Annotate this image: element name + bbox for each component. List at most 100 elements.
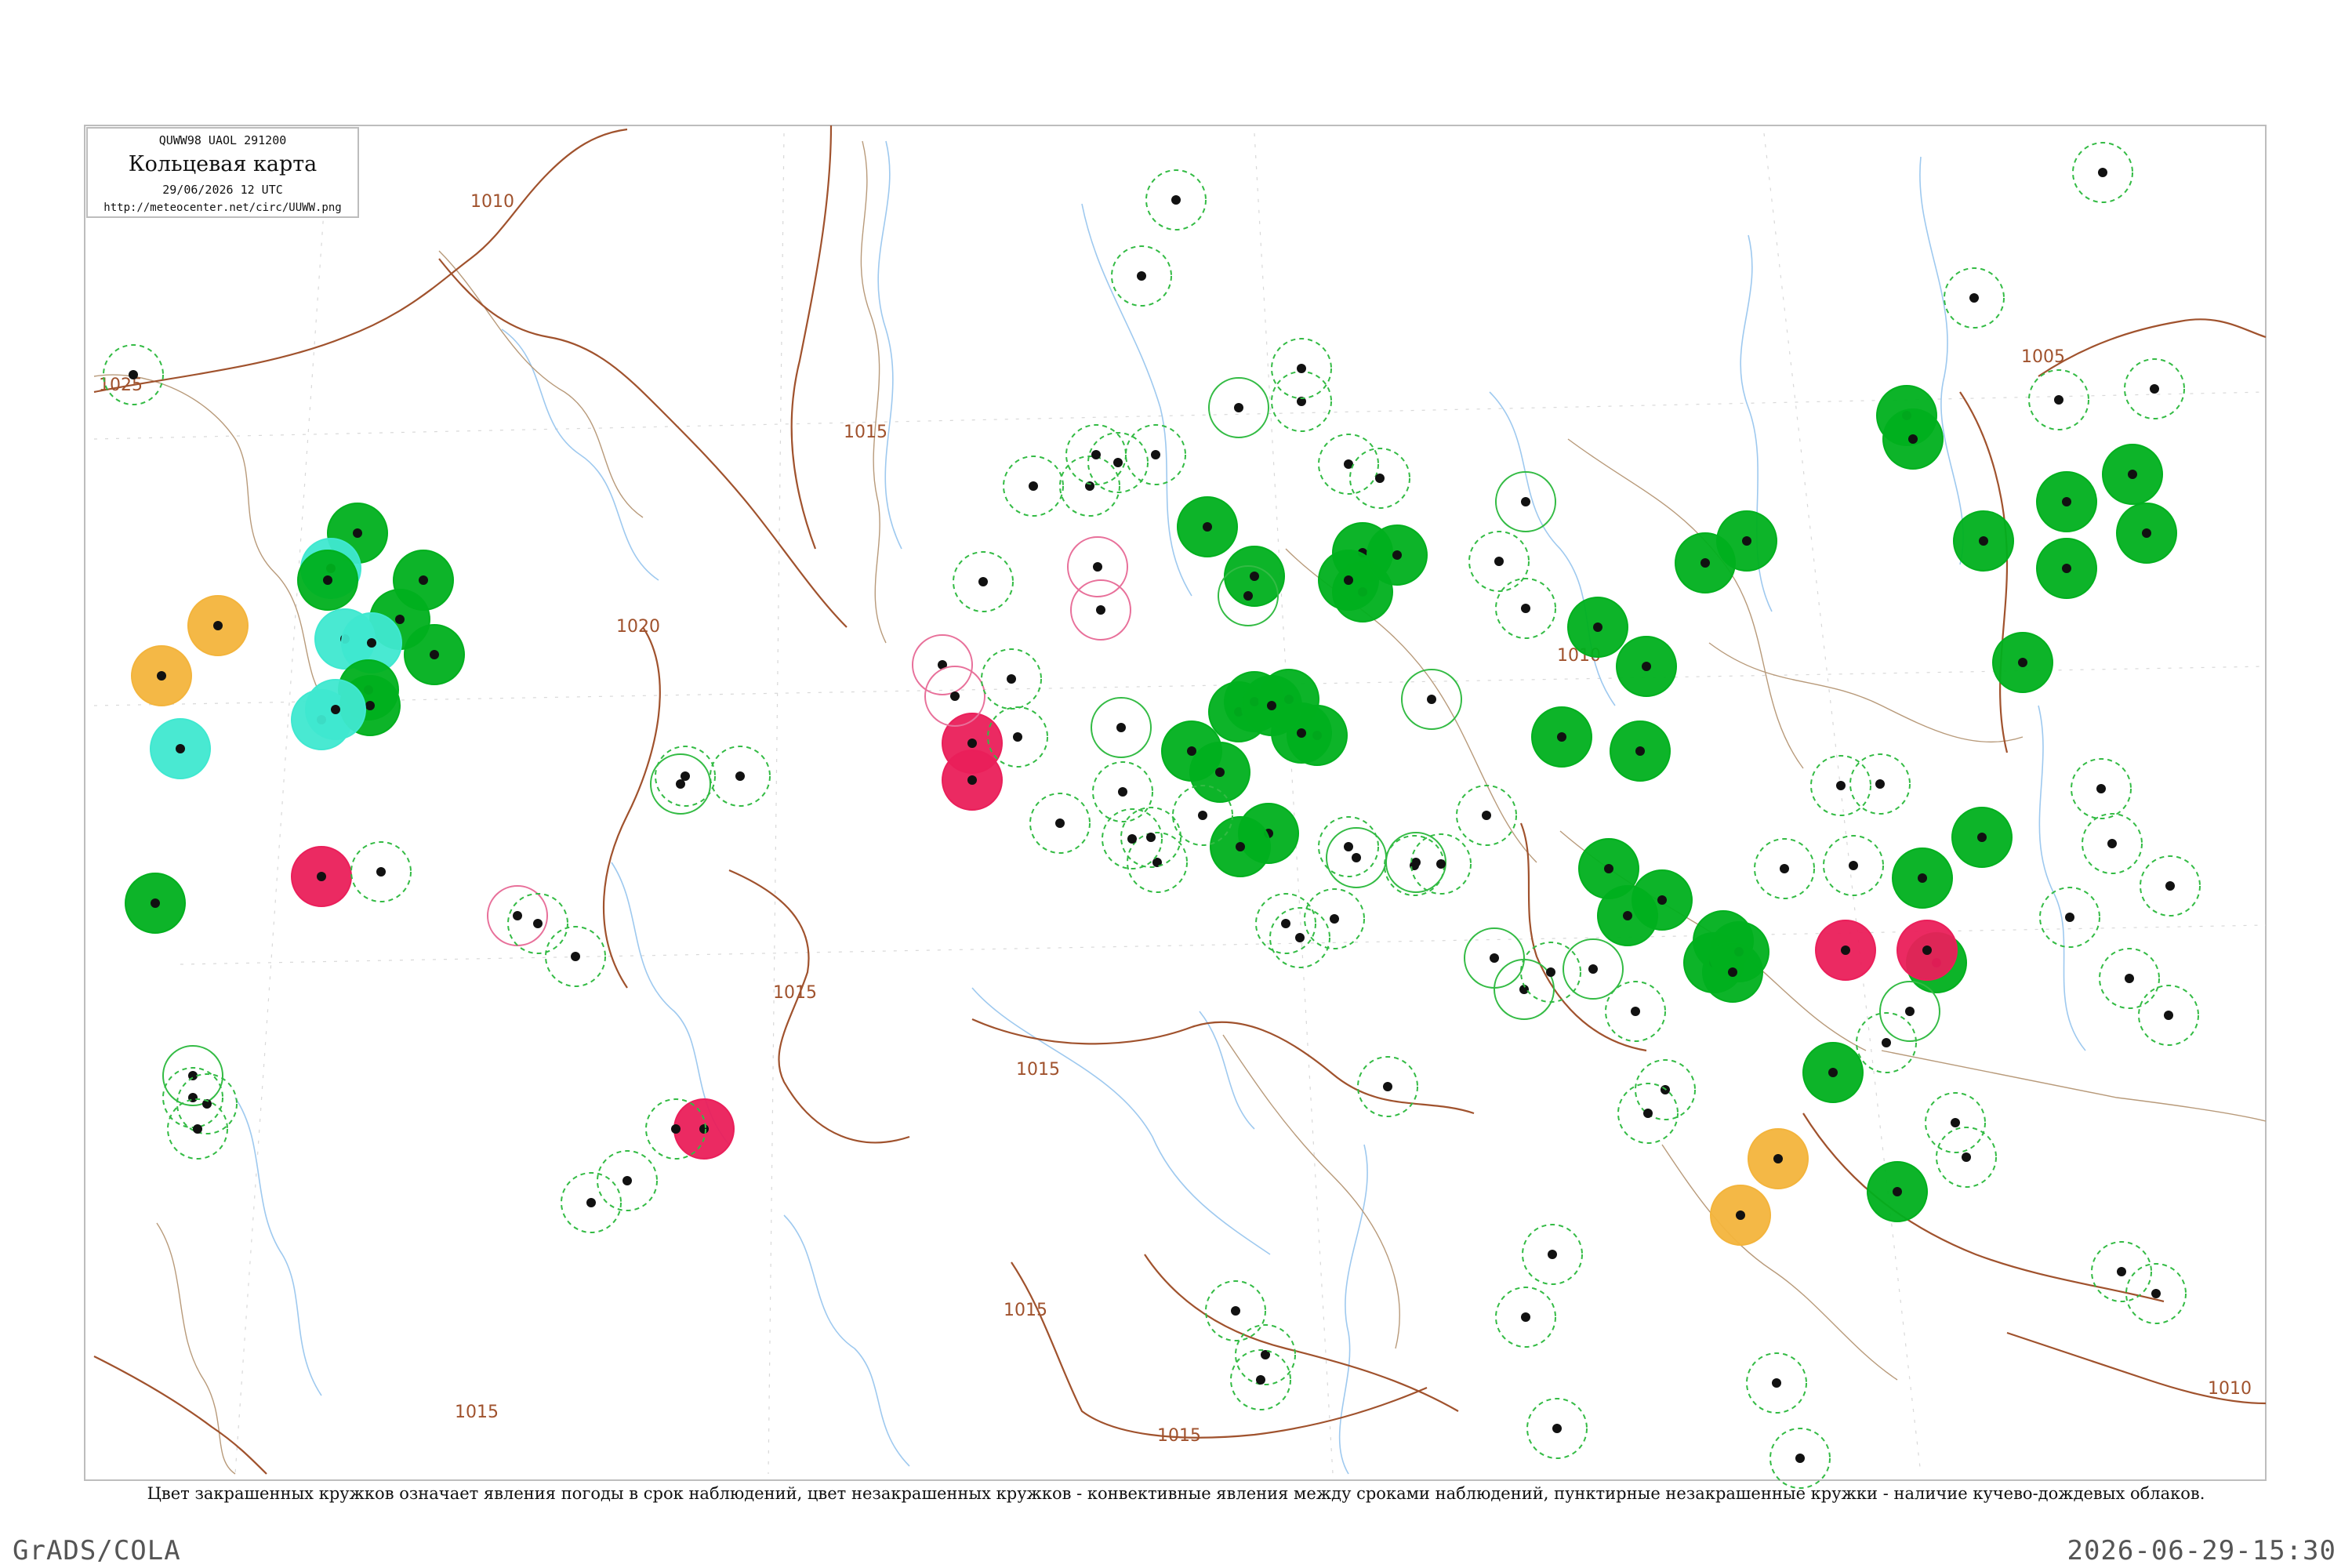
station-dot [1256,1375,1265,1385]
station-dot [2117,1267,2126,1276]
station-dot [1642,662,1651,671]
station-dot [1521,1312,1530,1322]
station-dot [1436,859,1446,869]
station-dot [1330,914,1339,924]
station-dot [1250,572,1259,581]
station-dot [1007,674,1016,684]
station-dot [395,615,405,624]
station-dot [533,919,543,928]
station-dot [1203,522,1212,532]
station-dot [513,911,522,920]
station-dot [1055,818,1065,828]
station-dot [1742,536,1751,546]
observation-time: 29/06/2026 12 UTC [162,183,283,197]
station-dot [1281,919,1290,928]
station-dot [1482,811,1491,820]
station-dot [1013,732,1022,742]
station-dot [129,370,138,379]
station-dot [176,744,185,753]
station-dot [1836,781,1846,790]
isobar-label: 1010 [2208,1379,2252,1399]
station-dot [213,621,223,630]
station-dot [1375,474,1385,483]
station-dot [1118,787,1127,797]
station-dot [1137,271,1146,281]
station-dot [2018,658,2027,667]
station-dot [1093,562,1102,572]
source-url: http://meteocenter.net/circ/UUWW.png [103,201,342,214]
station-dot [2065,913,2074,922]
station-dot [1231,1306,1240,1316]
station-dot [1091,450,1101,459]
station-dot [1905,1007,1915,1016]
station-dot [430,650,439,659]
station-dot [367,638,376,648]
station-dot [1875,779,1885,789]
station-dot [1127,834,1137,844]
station-dot [2128,470,2137,479]
isobar-label: 1015 [1157,1426,1201,1446]
station-dot [1344,842,1353,851]
station-dot [622,1176,632,1185]
station-dot [2125,974,2134,983]
station-dot [1736,1210,1745,1220]
station-dot [1643,1109,1653,1118]
station-dot [1623,911,1632,920]
station-dot [676,779,685,789]
station-dot [950,691,960,701]
station-dot [1490,953,1499,963]
station-dot [365,701,375,710]
station-dot [1297,728,1306,738]
station-dot [967,739,977,748]
isobar-label: 1020 [616,617,660,637]
borders [93,140,2267,1475]
station-dot [1849,861,1858,870]
station-dot [1631,1007,1640,1016]
station-dot [1243,591,1253,601]
station-dot [1552,1424,1562,1433]
station-dot [1772,1378,1781,1388]
station-dot [1951,1118,1960,1127]
station-dot [1700,558,1710,568]
render-timestamp: 2026-06-29-15:30 [2067,1535,2336,1566]
station-markers [103,142,2201,1489]
station-dot [1295,933,1305,942]
station-dot [1215,768,1225,777]
station-dot [1962,1152,1971,1162]
station-dot [317,872,326,881]
map-title-box: QUWW98 UAOL 291200 Кольцевая карта 29/06… [86,127,359,218]
station-dot [1908,434,1918,444]
station-dot [1085,481,1094,491]
station-dot [1096,605,1105,615]
synoptic-map: 1025 1015 1020 1015 1015 1010 1015 1015 … [84,125,2267,1489]
station-dot [2151,1289,2161,1298]
station-dot [1029,481,1038,491]
station-dot [2142,528,2151,538]
station-dot [1236,842,1245,851]
station-dot [967,775,977,785]
station-dot [1922,946,1932,955]
station-dot [1297,364,1306,373]
station-dot [1969,293,1979,303]
station-dot [1113,458,1123,467]
station-dot [157,671,166,681]
station-dot [1882,1038,1891,1047]
station-dot [1593,622,1602,632]
station-dot [1548,1250,1557,1259]
station-dot [1604,864,1613,873]
isobar-label: 1015 [773,983,817,1003]
station-dot [681,771,690,781]
station-dot [1151,450,1160,459]
isobars [93,125,2267,1475]
map-caption: Цвет закрашенных кружков означает явлени… [147,1484,2205,1503]
station-dot [1773,1154,1783,1163]
station-dot [193,1124,202,1134]
station-dot [1635,746,1645,756]
station-dot [978,577,988,586]
station-dot [735,771,745,781]
station-dot [331,705,340,714]
isobar-label: 1015 [455,1403,499,1422]
station-dot [1494,557,1504,566]
station-dot [1352,853,1361,862]
station-dot [586,1198,596,1207]
